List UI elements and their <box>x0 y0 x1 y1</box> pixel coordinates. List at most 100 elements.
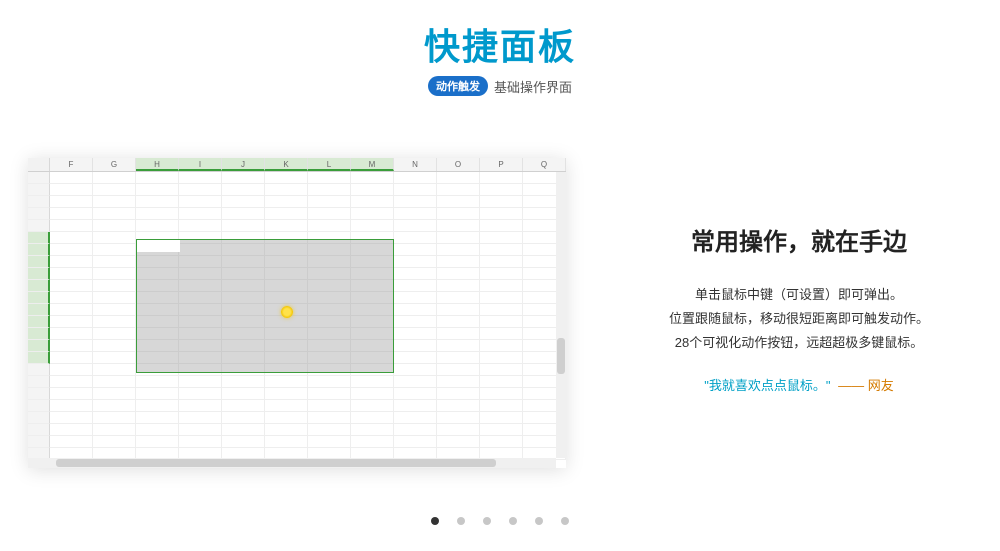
cell[interactable] <box>437 328 480 340</box>
cell[interactable] <box>179 172 222 184</box>
cell[interactable] <box>265 412 308 424</box>
cell[interactable] <box>50 436 93 448</box>
cell[interactable] <box>136 172 179 184</box>
cell[interactable] <box>308 424 351 436</box>
cell[interactable] <box>437 244 480 256</box>
cell[interactable] <box>351 436 394 448</box>
cell[interactable] <box>308 412 351 424</box>
cell[interactable] <box>136 388 179 400</box>
cell[interactable] <box>179 184 222 196</box>
cell[interactable] <box>50 256 93 268</box>
cell[interactable] <box>50 196 93 208</box>
carousel-dot[interactable] <box>457 517 465 525</box>
row-header[interactable] <box>28 388 50 400</box>
cell[interactable] <box>265 424 308 436</box>
cell[interactable] <box>308 172 351 184</box>
column-header[interactable]: F <box>50 158 93 171</box>
cell[interactable] <box>480 352 523 364</box>
carousel-dot[interactable] <box>561 517 569 525</box>
cell[interactable] <box>308 388 351 400</box>
cell[interactable] <box>222 196 265 208</box>
cell[interactable] <box>222 208 265 220</box>
cell[interactable] <box>480 388 523 400</box>
cell[interactable] <box>179 388 222 400</box>
cell[interactable] <box>265 220 308 232</box>
row-header[interactable] <box>28 376 50 388</box>
cell[interactable] <box>351 412 394 424</box>
cell[interactable] <box>351 172 394 184</box>
cell[interactable] <box>394 376 437 388</box>
cell[interactable] <box>480 196 523 208</box>
cell[interactable] <box>50 304 93 316</box>
cell[interactable] <box>50 232 93 244</box>
cell[interactable] <box>136 412 179 424</box>
cell[interactable] <box>480 364 523 376</box>
cell[interactable] <box>222 184 265 196</box>
cell[interactable] <box>480 328 523 340</box>
row-header[interactable] <box>28 424 50 436</box>
cell[interactable] <box>437 280 480 292</box>
column-header[interactable]: J <box>222 158 265 171</box>
cell[interactable] <box>265 388 308 400</box>
cell[interactable] <box>50 340 93 352</box>
cell[interactable] <box>308 376 351 388</box>
cell[interactable] <box>394 436 437 448</box>
cell[interactable] <box>265 172 308 184</box>
row-header[interactable] <box>28 304 50 316</box>
cell[interactable] <box>222 412 265 424</box>
cell[interactable] <box>394 220 437 232</box>
cell[interactable] <box>179 412 222 424</box>
cell[interactable] <box>50 268 93 280</box>
cell[interactable] <box>394 208 437 220</box>
cell[interactable] <box>351 208 394 220</box>
row-header[interactable] <box>28 316 50 328</box>
cell[interactable] <box>93 400 136 412</box>
cell[interactable] <box>93 304 136 316</box>
row-header[interactable] <box>28 268 50 280</box>
cell[interactable] <box>437 364 480 376</box>
cell[interactable] <box>93 208 136 220</box>
carousel-dot[interactable] <box>483 517 491 525</box>
cell[interactable] <box>480 268 523 280</box>
cell[interactable] <box>50 352 93 364</box>
row-header[interactable] <box>28 292 50 304</box>
cell[interactable] <box>93 196 136 208</box>
cell[interactable] <box>179 436 222 448</box>
cell[interactable] <box>50 244 93 256</box>
cell[interactable] <box>437 304 480 316</box>
cell[interactable] <box>50 172 93 184</box>
cell[interactable] <box>437 424 480 436</box>
cell[interactable] <box>50 280 93 292</box>
cell[interactable] <box>480 436 523 448</box>
cell[interactable] <box>136 436 179 448</box>
cell[interactable] <box>394 232 437 244</box>
cell[interactable] <box>93 280 136 292</box>
cell[interactable] <box>480 412 523 424</box>
cell[interactable] <box>394 328 437 340</box>
cell[interactable] <box>93 328 136 340</box>
cell[interactable] <box>50 400 93 412</box>
cell[interactable] <box>50 364 93 376</box>
cell[interactable] <box>50 220 93 232</box>
cell[interactable] <box>394 424 437 436</box>
cell[interactable] <box>93 340 136 352</box>
cell[interactable] <box>222 220 265 232</box>
cell[interactable] <box>93 256 136 268</box>
cell[interactable] <box>351 220 394 232</box>
cell[interactable] <box>93 292 136 304</box>
cell[interactable] <box>265 184 308 196</box>
carousel-dot[interactable] <box>431 517 439 525</box>
cell[interactable] <box>93 268 136 280</box>
cell[interactable] <box>222 436 265 448</box>
cell[interactable] <box>308 196 351 208</box>
cell[interactable] <box>394 280 437 292</box>
cell[interactable] <box>308 184 351 196</box>
cell[interactable] <box>480 424 523 436</box>
cell[interactable] <box>93 436 136 448</box>
row-header[interactable] <box>28 172 50 184</box>
cell[interactable] <box>394 352 437 364</box>
cell[interactable] <box>437 436 480 448</box>
cell[interactable] <box>437 388 480 400</box>
cell[interactable] <box>93 364 136 376</box>
cell[interactable] <box>351 388 394 400</box>
